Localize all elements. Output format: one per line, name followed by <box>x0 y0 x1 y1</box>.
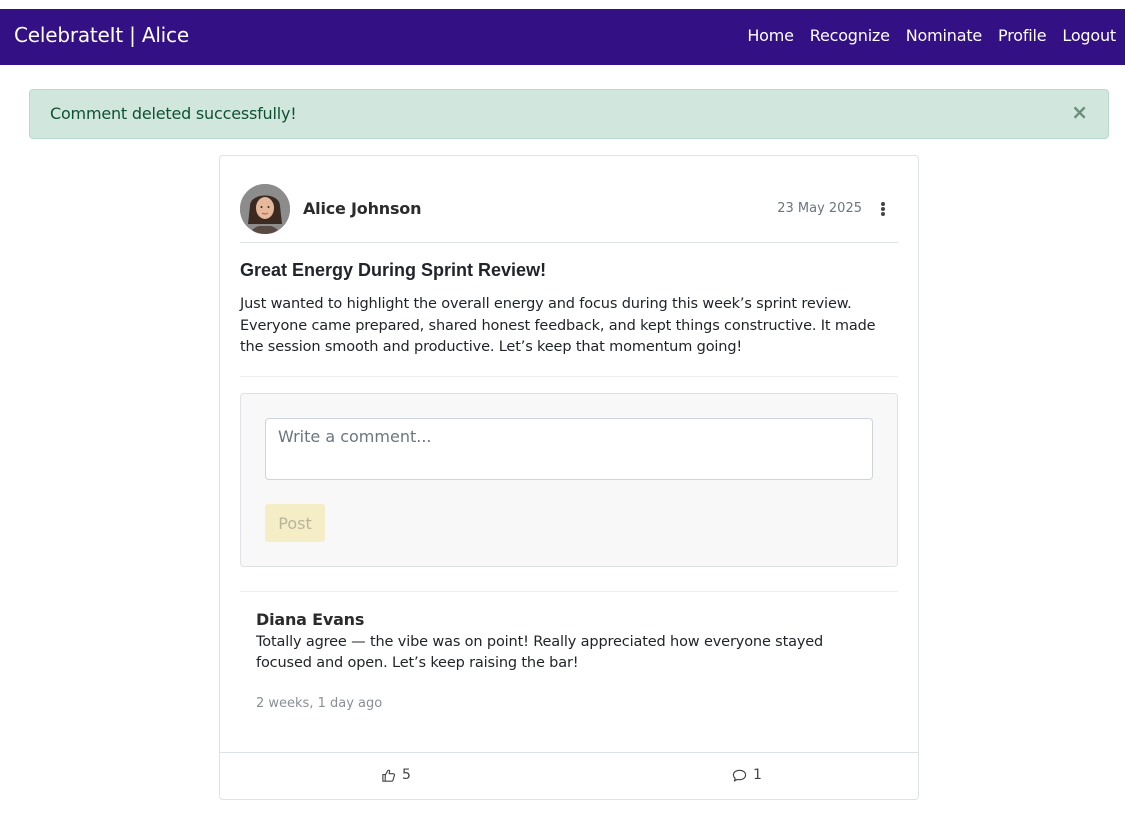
comment-author[interactable]: Diana Evans <box>256 610 364 629</box>
comment-timestamp: 2 weeks, 1 day ago <box>256 696 383 711</box>
like-count: 5 <box>402 767 411 783</box>
comment-form: Post <box>240 393 898 567</box>
divider <box>240 242 898 243</box>
divider <box>240 376 898 377</box>
post-author[interactable]: Alice Johnson <box>303 199 421 218</box>
post-date: 23 May 2025 <box>777 201 862 216</box>
nav-recognize[interactable]: Recognize <box>810 26 890 45</box>
post-card: Alice Johnson 23 May 2025 Great Energy D… <box>219 155 919 800</box>
like-button[interactable]: 5 <box>381 767 411 783</box>
brand-logo[interactable]: CelebrateIt | Alice <box>14 23 189 47</box>
nav-home[interactable]: Home <box>747 26 794 45</box>
top-strip <box>0 0 1125 9</box>
nav-links: Home Recognize Nominate Profile Logout <box>731 26 1116 45</box>
post-comment-button[interactable]: Post <box>265 504 325 542</box>
thumbs-up-icon <box>382 769 396 782</box>
comments-button[interactable]: 1 <box>732 767 762 783</box>
comment-input[interactable] <box>265 418 873 480</box>
navbar: CelebrateIt | Alice Home Recognize Nomin… <box>0 9 1125 65</box>
close-icon[interactable]: × <box>1071 102 1088 122</box>
divider <box>240 591 898 592</box>
avatar[interactable] <box>240 184 290 234</box>
comment-text: Totally agree — the vibe was on point! R… <box>256 634 824 671</box>
comment-count: 1 <box>753 767 762 783</box>
post-footer: 5 1 <box>220 752 918 800</box>
nav-profile[interactable]: Profile <box>998 26 1047 45</box>
post-body: Just wanted to highlight the overall ene… <box>240 296 876 355</box>
alert-message: Comment deleted successfully! <box>50 104 297 123</box>
post-title: Great Energy During Sprint Review! <box>240 260 547 280</box>
nav-logout[interactable]: Logout <box>1062 26 1116 45</box>
nav-nominate[interactable]: Nominate <box>906 26 982 45</box>
avatar-image <box>240 184 290 234</box>
comment-icon <box>732 769 747 781</box>
success-alert: Comment deleted successfully! × <box>29 89 1109 139</box>
more-options-icon[interactable] <box>876 200 890 218</box>
